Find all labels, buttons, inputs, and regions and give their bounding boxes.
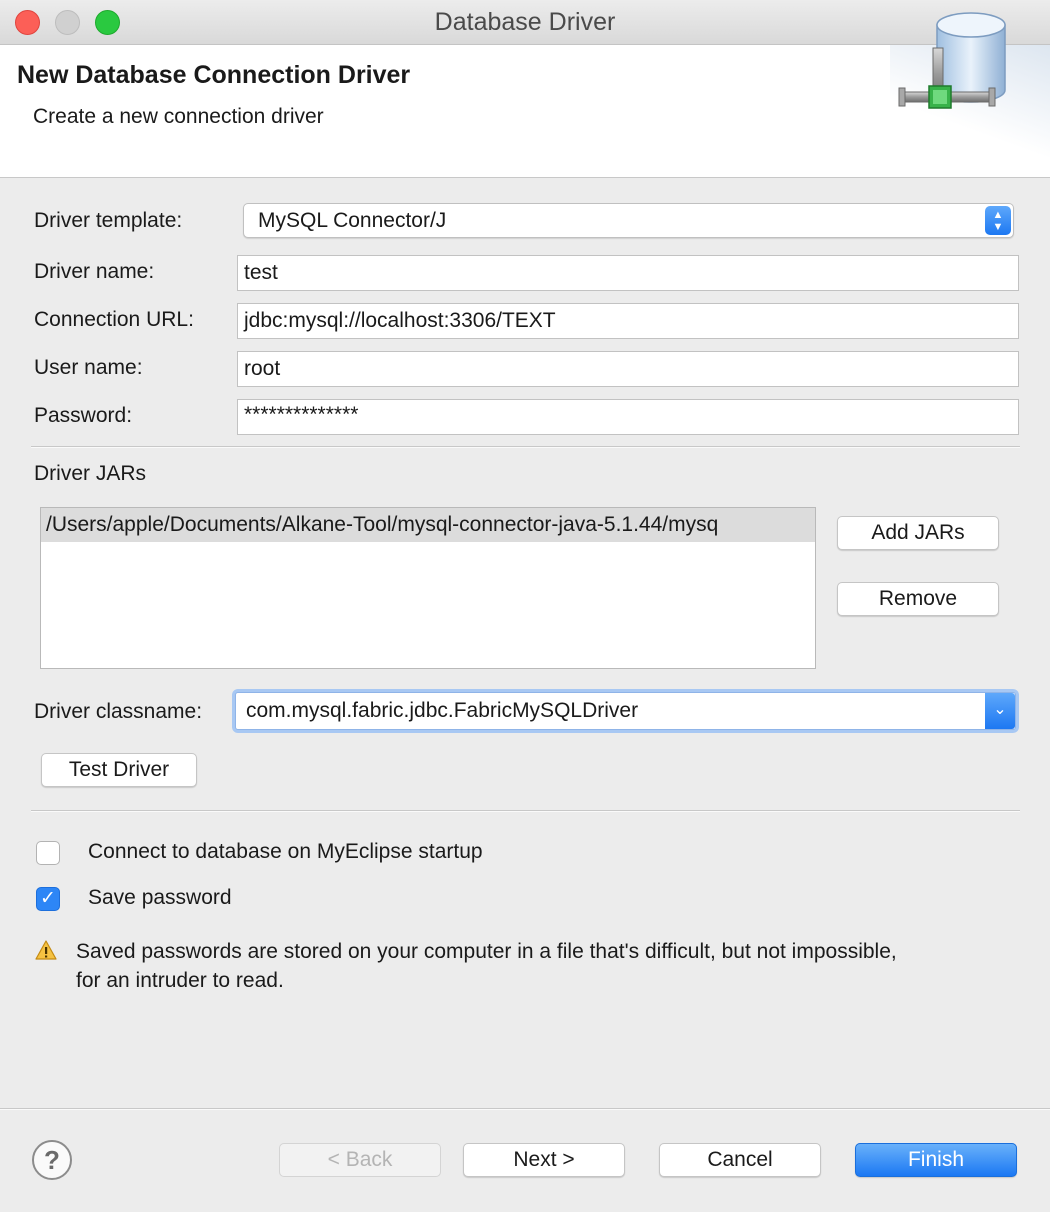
help-icon[interactable]: ? (32, 1140, 72, 1180)
cancel-button[interactable]: Cancel (659, 1143, 821, 1177)
driver-name-field[interactable]: test (237, 255, 1019, 291)
separator (31, 810, 1020, 812)
warning-message: Saved passwords are stored on your compu… (76, 940, 897, 992)
save-password-label[interactable]: Save password (88, 886, 232, 910)
header-banner: New Database Connection Driver Create a … (0, 45, 1050, 178)
user-name-label: User name: (34, 356, 143, 379)
test-driver-button[interactable]: Test Driver (41, 753, 197, 787)
warning-icon (35, 940, 57, 960)
remove-jar-button[interactable]: Remove (837, 582, 999, 616)
jar-list-item[interactable]: /Users/apple/Documents/Alkane-Tool/mysql… (41, 508, 815, 542)
driver-jars-label: Driver JARs (34, 462, 147, 485)
checkmark-icon: ✓ (40, 888, 56, 909)
separator (31, 446, 1020, 448)
database-driver-dialog: Database Driver New Database Connection … (0, 0, 1050, 1212)
password-label: Password: (34, 404, 133, 427)
driver-template-label: Driver template: (34, 209, 183, 232)
database-connection-icon (898, 12, 1006, 109)
user-name-field[interactable]: root (237, 351, 1019, 387)
finish-button[interactable]: Finish (855, 1143, 1017, 1177)
driver-classname-value: com.mysql.fabric.jdbc.FabricMySQLDriver (246, 699, 639, 722)
driver-template-select[interactable]: MySQL Connector/J ▲ ▼ (243, 203, 1014, 238)
footer-separator (0, 1108, 1050, 1110)
window-title: Database Driver (434, 8, 616, 36)
title-bar[interactable]: Database Driver (0, 0, 1050, 45)
password-field[interactable]: ************** (237, 399, 1019, 435)
connect-on-startup-checkbox[interactable] (36, 841, 60, 865)
page-subtitle: Create a new connection driver (33, 105, 324, 128)
add-jars-button[interactable]: Add JARs (837, 516, 999, 550)
connect-on-startup-label[interactable]: Connect to database on MyEclipse startup (88, 840, 483, 864)
driver-template-value: MySQL Connector/J (258, 209, 447, 232)
next-button[interactable]: Next > (463, 1143, 625, 1177)
updown-chevron-icon: ▲ ▼ (985, 206, 1011, 235)
save-password-checkbox[interactable]: ✓ (36, 887, 60, 911)
driver-classname-combo[interactable]: com.mysql.fabric.jdbc.FabricMySQLDriver … (235, 692, 1016, 730)
page-title: New Database Connection Driver (17, 61, 411, 89)
back-button[interactable]: < Back (279, 1143, 441, 1177)
driver-jars-list[interactable]: /Users/apple/Documents/Alkane-Tool/mysql… (40, 507, 816, 669)
connection-url-field[interactable]: jdbc:mysql://localhost:3306/TEXT (237, 303, 1019, 339)
driver-classname-label: Driver classname: (34, 700, 203, 723)
connection-url-label: Connection URL: (34, 308, 194, 331)
driver-name-label: Driver name: (34, 260, 155, 283)
chevron-down-icon[interactable]: ⌄ (985, 693, 1015, 729)
